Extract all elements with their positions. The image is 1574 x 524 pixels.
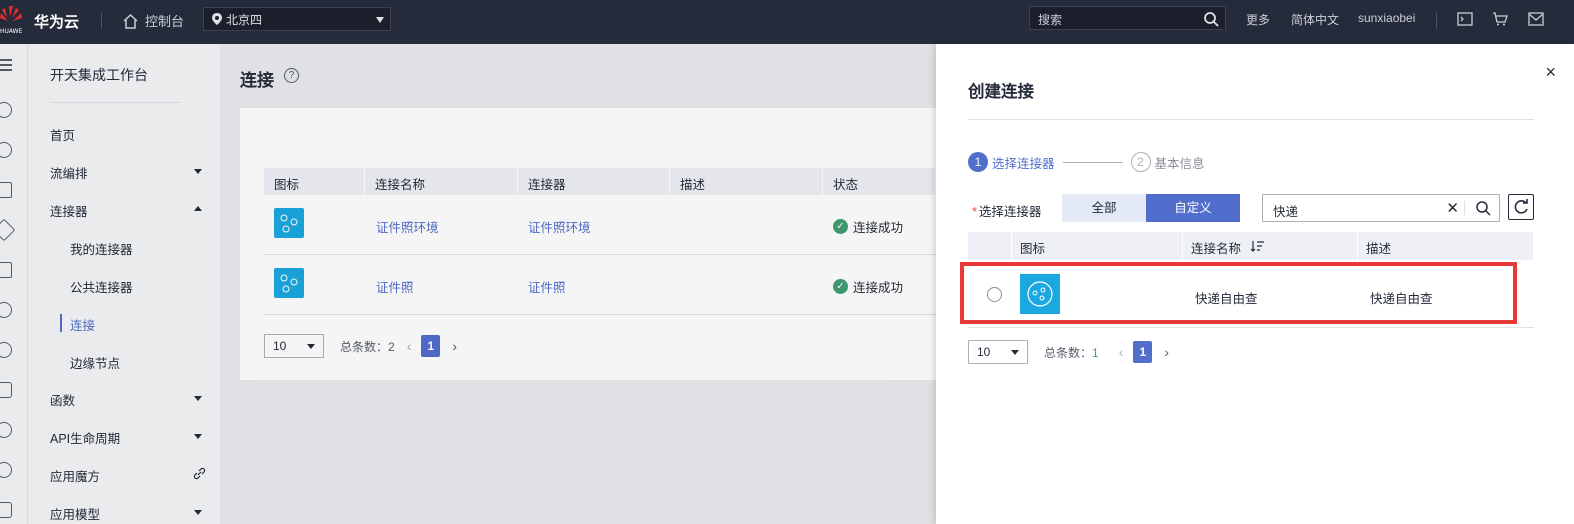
console-link[interactable]: 控制台	[122, 11, 184, 30]
brand-name[interactable]: 华为云	[34, 11, 79, 32]
field-label: * 选择连接器	[972, 201, 1041, 220]
page-number[interactable]: 1	[1133, 341, 1153, 363]
row-radio[interactable]	[987, 287, 1002, 302]
connector-app-icon	[1020, 274, 1060, 314]
language-switch[interactable]: 简体中文	[1291, 11, 1339, 28]
sort-icon[interactable]	[1251, 240, 1265, 252]
connector-name-cell: 快递自由查	[1195, 292, 1258, 306]
modal-overlay[interactable]	[0, 44, 936, 524]
global-search-input[interactable]: 搜索	[1029, 6, 1226, 30]
divider	[1464, 201, 1465, 215]
select-column-header	[968, 232, 1012, 260]
page-size-select[interactable]: 10	[968, 340, 1028, 364]
region-select[interactable]: 北京四	[203, 7, 391, 31]
required-mark: *	[972, 205, 977, 219]
filter-all-button[interactable]: 全部	[1062, 194, 1146, 222]
refresh-button[interactable]	[1508, 194, 1534, 220]
column-header[interactable]: 连接名称	[1183, 232, 1358, 260]
divider	[101, 13, 102, 29]
chevron-left-icon[interactable]: ‹	[1119, 344, 1124, 360]
step-number: 2	[1130, 152, 1151, 172]
mail-icon[interactable]	[1528, 12, 1544, 26]
step-label: 选择连接器	[992, 156, 1055, 171]
table-row[interactable]: 快递自由查 快递自由查	[968, 260, 1534, 328]
pagination: 10 总条数：1 ‹ 1 ›	[968, 340, 1169, 364]
more-link[interactable]: 更多	[1246, 11, 1270, 28]
search-placeholder: 搜索	[1038, 13, 1063, 27]
search-value: 快递	[1273, 205, 1299, 219]
total-prefix: 总条数：	[1044, 345, 1093, 360]
location-pin-icon	[212, 13, 222, 25]
chevron-right-icon[interactable]: ›	[1164, 344, 1169, 360]
home-icon	[123, 13, 138, 29]
column-header-label: 连接名称	[1191, 242, 1242, 256]
chevron-down-icon	[376, 17, 384, 23]
column-header: 描述	[1358, 232, 1534, 260]
connector-search-input[interactable]: 快递 ✕	[1262, 194, 1500, 222]
total-count: 总条数：1	[1044, 344, 1099, 361]
divider	[1436, 13, 1437, 29]
drawer-title: 创建连接	[968, 83, 1034, 101]
region-label: 北京四	[226, 12, 263, 27]
clear-icon[interactable]: ✕	[1446, 199, 1459, 217]
connector-logo-icon	[1027, 281, 1053, 307]
column-header: 图标	[1012, 232, 1183, 260]
top-navigation-bar: HUAWEI 华为云 控制台 北京四 搜索 更多 简体中文 sunxiaobei	[0, 0, 1574, 44]
cart-icon[interactable]	[1492, 12, 1508, 26]
create-connection-drawer: × 创建连接 1 选择连接器 2 基本信息 * 选择连接器 全部 自定义 快递 ✕…	[936, 44, 1574, 524]
close-icon[interactable]: ×	[1545, 62, 1556, 83]
filter-custom-button[interactable]: 自定义	[1146, 194, 1240, 222]
search-icon[interactable]	[1203, 11, 1219, 27]
stepper: 1 选择连接器 2 基本信息	[968, 152, 1205, 172]
total-number: 1	[1092, 345, 1099, 360]
huawei-logo[interactable]: HUAWEI	[0, 4, 22, 36]
divider	[968, 119, 1534, 120]
refresh-icon	[1514, 199, 1528, 214]
step-connector-line	[1062, 161, 1123, 163]
search-icon[interactable]	[1475, 200, 1491, 216]
step-label: 基本信息	[1154, 156, 1205, 171]
field-label-text: 选择连接器	[978, 205, 1042, 219]
svg-text:HUAWEI: HUAWEI	[0, 28, 22, 35]
username[interactable]: sunxiaobei	[1358, 11, 1415, 25]
terminal-icon[interactable]	[1457, 12, 1473, 26]
description-cell: 快递自由查	[1370, 292, 1433, 306]
step-number: 1	[968, 152, 988, 172]
console-label: 控制台	[145, 14, 185, 29]
